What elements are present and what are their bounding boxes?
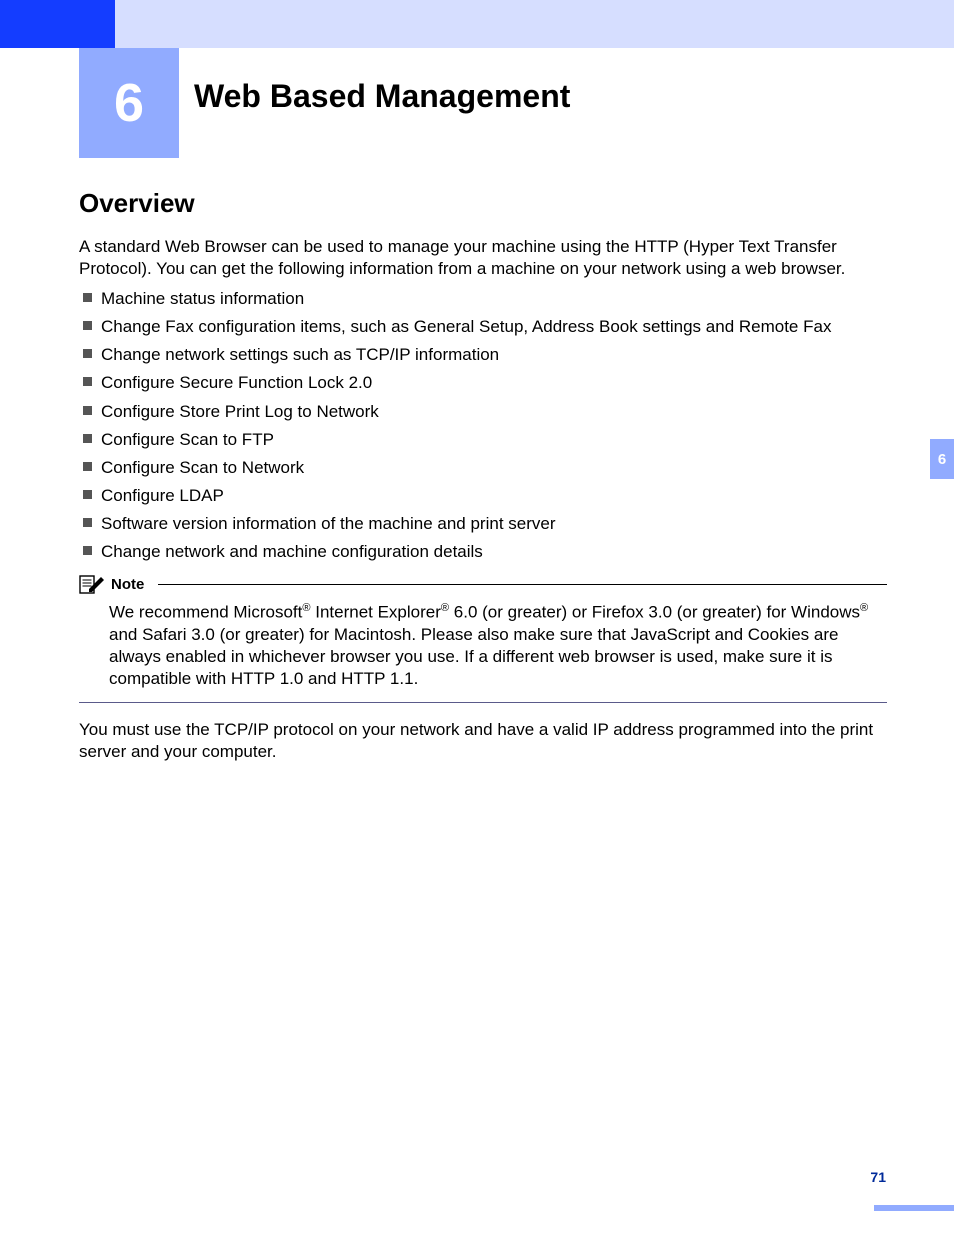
footer-strip — [874, 1205, 954, 1211]
note-box: Note We recommend Microsoft® Internet Ex… — [79, 573, 887, 703]
note-body: We recommend Microsoft® Internet Explore… — [109, 601, 887, 690]
list-item: Configure LDAP — [79, 485, 887, 507]
list-item: Configure Secure Function Lock 2.0 — [79, 372, 887, 394]
intro-paragraph: A standard Web Browser can be used to ma… — [79, 236, 887, 280]
registered-mark: ® — [860, 602, 868, 614]
side-tab: 6 — [930, 439, 954, 479]
page-number: 71 — [870, 1169, 886, 1185]
side-tab-number: 6 — [938, 451, 946, 468]
list-item: Change network and machine configuration… — [79, 541, 887, 563]
note-text: We recommend Microsoft — [109, 603, 302, 622]
list-item: Change Fax configuration items, such as … — [79, 316, 887, 338]
header-band — [115, 0, 954, 48]
note-text: Internet Explorer — [311, 603, 441, 622]
registered-mark: ® — [302, 602, 310, 614]
header-spine — [0, 0, 115, 48]
list-item: Configure Scan to Network — [79, 457, 887, 479]
note-header: Note — [79, 573, 887, 595]
section-title: Overview — [79, 188, 195, 219]
after-note-paragraph: You must use the TCP/IP protocol on your… — [79, 719, 887, 763]
list-item: Change network settings such as TCP/IP i… — [79, 344, 887, 366]
content-area: A standard Web Browser can be used to ma… — [79, 236, 887, 771]
list-item: Machine status information — [79, 288, 887, 310]
note-label: Note — [111, 576, 144, 593]
list-item: Configure Store Print Log to Network — [79, 401, 887, 423]
note-rule — [158, 584, 887, 585]
chapter-number: 6 — [114, 72, 144, 134]
note-text: 6.0 (or greater) or Firefox 3.0 (or grea… — [449, 603, 860, 622]
list-item: Configure Scan to FTP — [79, 429, 887, 451]
registered-mark: ® — [441, 602, 449, 614]
feature-list: Machine status information Change Fax co… — [79, 288, 887, 563]
note-text: and Safari 3.0 (or greater) for Macintos… — [109, 625, 838, 688]
note-pencil-icon — [79, 573, 105, 595]
list-item: Software version information of the mach… — [79, 513, 887, 535]
chapter-number-block: 6 — [79, 48, 179, 158]
chapter-title: Web Based Management — [194, 78, 570, 115]
